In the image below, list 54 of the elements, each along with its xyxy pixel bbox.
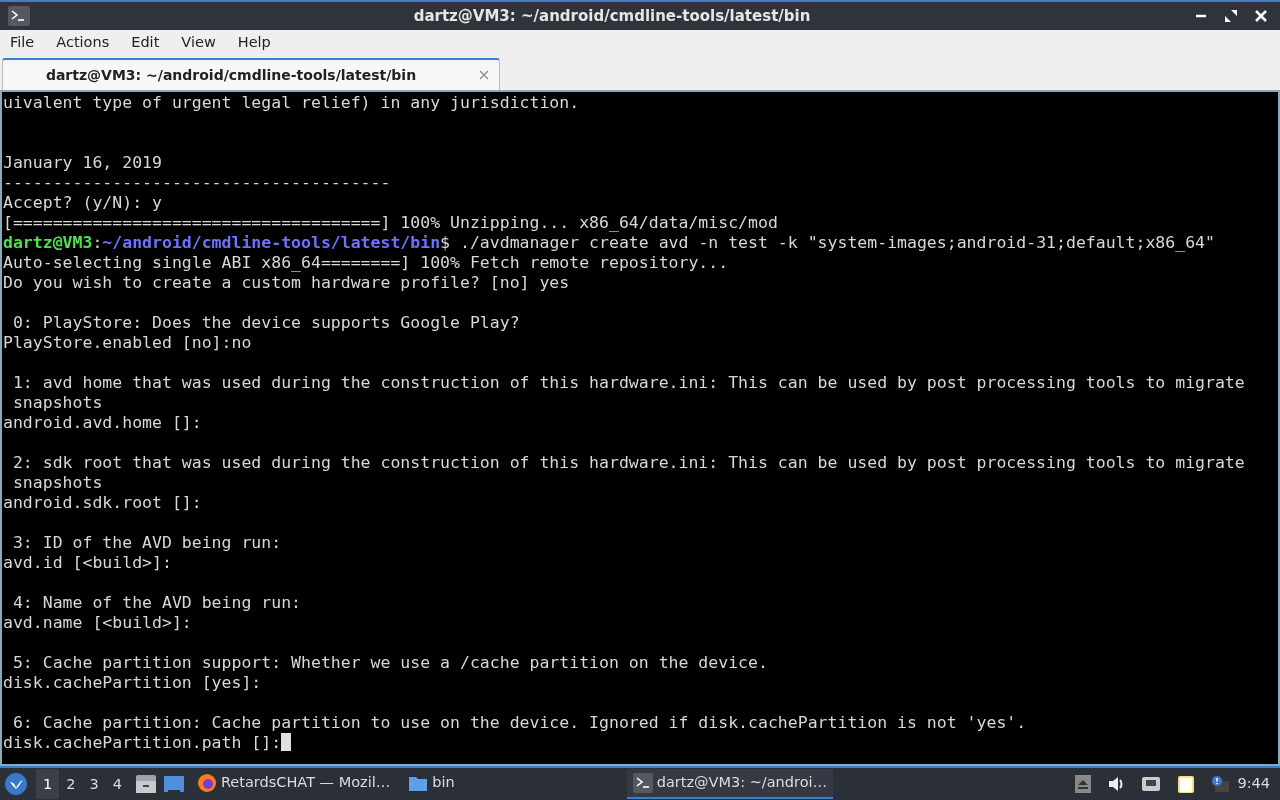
- terminal-line: 2: sdk root that was used during the construction of this hardware.ini: This can be used by post processing tools to migrate: [11, 453, 1245, 472]
- terminal-line: disk.cachePartition.path []:: [3, 733, 282, 752]
- terminal-line: [=====================================] 100% Unzipping... x86_64/data/misc/mod: [3, 213, 778, 232]
- terminal-line: ---------------------------------------: [3, 173, 391, 192]
- workspace-button[interactable]: 4: [105, 769, 129, 799]
- terminal-line: Auto-selecting single ABI x86_64========] 100% Fetch remote repository...: [3, 253, 729, 272]
- workspace-button[interactable]: 1: [36, 769, 60, 799]
- eject-icon[interactable]: [1075, 775, 1092, 793]
- terminal-line: disk.cachePartition [yes]:: [3, 673, 262, 692]
- terminal-line: January 16, 2019: [3, 153, 162, 172]
- taskbar-button[interactable]: dartz@VM3: ~/androi…: [626, 769, 834, 799]
- prompt-separator: :: [92, 233, 103, 252]
- terminal-icon: [8, 6, 30, 26]
- prompt-path: ~/android/cmdline-tools/latest/bin: [102, 233, 441, 252]
- menu-item[interactable]: File: [0, 32, 47, 54]
- workspace-button[interactable]: 3: [82, 769, 106, 799]
- network-icon[interactable]: [1141, 776, 1162, 792]
- terminal-line: avd.id [<build>]:: [3, 553, 172, 572]
- terminal-icon: [632, 773, 653, 793]
- taskbar-button[interactable]: bin: [402, 769, 461, 799]
- terminal-line: snapshots: [11, 473, 103, 492]
- workspace-button[interactable]: 2: [59, 769, 83, 799]
- terminal-line: 6: Cache partition: Cache partition to use on the device. Ignored if disk.cachePartition is not 'yes'.: [11, 713, 1027, 732]
- taskbar-button[interactable]: RetardsCHAT — Mozil…: [190, 769, 397, 799]
- maximize-icon[interactable]: [1224, 9, 1238, 23]
- notification-icon[interactable]: [1211, 775, 1230, 793]
- terminal-line: 5: Cache partition support: Whether we use a /cache partition on the device.: [11, 653, 768, 672]
- terminal-line: 4: Name of the AVD being run:: [11, 593, 301, 612]
- terminal-line: avd.name [<build>]:: [3, 613, 192, 632]
- file-cabinet-icon[interactable]: [134, 773, 157, 795]
- window-title: dartz@VM3: ~/android/cmdline-tools/latest/bin: [413, 6, 811, 25]
- menu-item[interactable]: View: [171, 32, 228, 54]
- command-text: $ ./avdmanager create avd -n test -k "system-images;android-31;default;x86_64": [440, 233, 1215, 252]
- terminal-line: Do you wish to create a custom hardware profile? [no] yes: [3, 273, 570, 292]
- menu-item[interactable]: Actions: [46, 32, 122, 54]
- menu-item[interactable]: Help: [227, 32, 283, 54]
- menu-item[interactable]: Edit: [121, 32, 172, 54]
- desktop-icon[interactable]: [162, 773, 185, 795]
- clock[interactable]: 9:44: [1237, 773, 1280, 795]
- clipboard-icon[interactable]: [1177, 774, 1196, 794]
- text-cursor: [281, 733, 292, 751]
- globe-icon: [196, 773, 217, 793]
- terminal-line: PlayStore.enabled [no]:no: [3, 333, 252, 352]
- terminal-line: uivalent type of urgent legal relief) in any jurisdiction.: [3, 93, 580, 112]
- terminal-line: 1: avd home that was used during the construction of this hardware.ini: This can be used by post processing tools to migrate: [11, 373, 1245, 392]
- terminal-line: Accept? (y/N): y: [3, 193, 162, 212]
- prompt-user: dartz@VM3: [3, 233, 93, 252]
- terminal-tab[interactable]: dartz@VM3: ~/android/cmdline-tools/latest/bin: [2, 58, 500, 90]
- terminal-line: snapshots: [11, 393, 103, 412]
- start-menu-icon[interactable]: [4, 772, 28, 796]
- terminal-line: android.sdk.root []:: [3, 493, 202, 512]
- terminal-line: 0: PlayStore: Does the device supports Google Play?: [11, 313, 520, 332]
- terminal-line: 3: ID of the AVD being run:: [11, 533, 282, 552]
- terminal-line: android.avd.home []:: [3, 413, 202, 432]
